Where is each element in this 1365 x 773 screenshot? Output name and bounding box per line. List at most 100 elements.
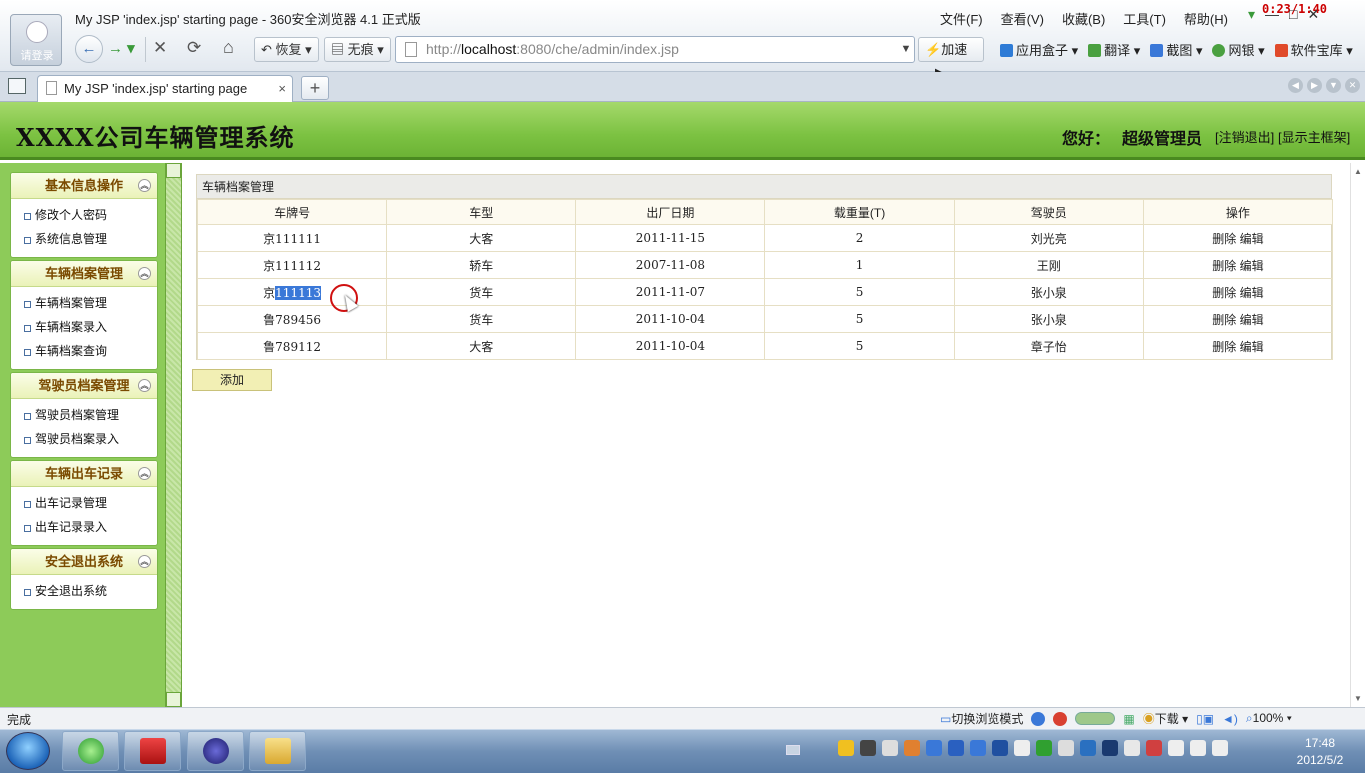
vertical-scrollbar[interactable]: ▲ ▼ xyxy=(1350,163,1365,707)
sidebar-item-dispatch-entry[interactable]: 出车记录录入 xyxy=(11,515,157,539)
tray-app-icon[interactable] xyxy=(1080,740,1096,756)
tab-close-all-icon[interactable]: ✕ xyxy=(1345,78,1360,93)
menu-tools[interactable]: 工具(T) xyxy=(1123,9,1166,28)
sidebar-group-header[interactable]: 基本信息操作 ︽ xyxy=(11,173,157,199)
taskbar-toolbox[interactable] xyxy=(124,731,181,771)
delete-link[interactable]: 删除 xyxy=(1212,259,1236,273)
tray-app-icon[interactable] xyxy=(1036,740,1052,756)
calculator-icon[interactable]: ▦ xyxy=(1123,712,1134,726)
sidebar-group-header[interactable]: 车辆出车记录 ︽ xyxy=(11,461,157,487)
taskbar-eclipse[interactable] xyxy=(187,731,244,771)
minimize-icon[interactable]: — xyxy=(1265,6,1279,23)
zoom-button[interactable]: ⌕100% ▾ xyxy=(1246,711,1292,726)
chevron-up-icon[interactable]: ︽ xyxy=(138,379,151,392)
qq-icon[interactable] xyxy=(838,740,854,756)
chevron-up-icon[interactable]: ︽ xyxy=(138,467,151,480)
edit-link[interactable]: 编辑 xyxy=(1240,286,1264,300)
no-trace-button[interactable]: ▤ 无痕 ▾ xyxy=(324,37,391,62)
menu-file[interactable]: 文件(F) xyxy=(940,9,983,28)
tray-app-icon[interactable] xyxy=(1124,740,1140,756)
shirt-icon[interactable]: ▾ xyxy=(1248,6,1255,23)
tray-app-icon[interactable] xyxy=(1146,740,1162,756)
edit-link[interactable]: 编辑 xyxy=(1240,259,1264,273)
address-bar[interactable]: http://localhost:8080/che/admin/index.js… xyxy=(395,36,915,63)
tray-app-icon[interactable] xyxy=(1014,740,1030,756)
delete-link[interactable]: 删除 xyxy=(1212,313,1236,327)
clock-date[interactable]: 2012/5/2 xyxy=(1285,753,1355,767)
clock-time[interactable]: 17:48 xyxy=(1295,736,1345,750)
ebank-button[interactable]: 网银 ▾ xyxy=(1212,40,1265,59)
security-icon[interactable] xyxy=(1053,711,1068,726)
tab-prev-icon[interactable]: ◀ xyxy=(1288,78,1303,93)
sidebar-item-driver-manage[interactable]: 驾驶员档案管理 xyxy=(11,403,157,427)
menu-help[interactable]: 帮助(H) xyxy=(1184,9,1228,28)
new-tab-button[interactable]: + xyxy=(301,76,329,100)
tray-app-icon[interactable] xyxy=(926,740,942,756)
chevron-up-icon[interactable]: ︽ xyxy=(138,179,151,192)
maximize-icon[interactable]: □ xyxy=(1289,6,1297,23)
user-avatar[interactable]: 请登录 xyxy=(10,14,62,66)
taskbar-explorer[interactable] xyxy=(249,731,306,771)
ie-mode-icon[interactable] xyxy=(1031,711,1046,726)
sidebar-item-change-password[interactable]: 修改个人密码 xyxy=(11,203,157,227)
tray-app-icon[interactable] xyxy=(860,740,876,756)
tray-app-icon[interactable] xyxy=(1102,740,1118,756)
speaker-icon[interactable] xyxy=(1212,740,1228,756)
home-icon[interactable]: ⌂ xyxy=(223,37,234,58)
sidebar-group-header[interactable]: 驾驶员档案管理 ︽ xyxy=(11,373,157,399)
splitter-up-icon[interactable] xyxy=(166,163,181,178)
sidebar-group-header[interactable]: 安全退出系统 ︽ xyxy=(11,549,157,575)
tray-app-icon[interactable] xyxy=(992,740,1008,756)
network-icon[interactable] xyxy=(1190,740,1206,756)
tab-next-icon[interactable]: ▶ xyxy=(1307,78,1322,93)
scroll-down-icon[interactable]: ▼ xyxy=(1354,694,1362,703)
menu-favorites[interactable]: 收藏(B) xyxy=(1062,9,1105,28)
speed-up-button[interactable]: ⚡加速 ▶ xyxy=(918,37,984,80)
back-arrow-icon[interactable]: ← xyxy=(75,35,103,63)
sidebar-item-safe-exit[interactable]: 安全退出系统 xyxy=(11,579,157,603)
edit-link[interactable]: 编辑 xyxy=(1240,232,1264,246)
taskbar-browser[interactable] xyxy=(62,731,119,771)
edit-link[interactable]: 编辑 xyxy=(1240,313,1264,327)
sidebar-item-vehicle-entry[interactable]: 车辆档案录入 xyxy=(11,315,157,339)
delete-link[interactable]: 删除 xyxy=(1212,232,1236,246)
switch-mode-button[interactable]: ▭切换浏览模式 xyxy=(940,710,1023,727)
toggle-icon[interactable] xyxy=(1075,712,1116,725)
close-icon[interactable]: ✕ xyxy=(1308,6,1320,23)
sidebar-item-driver-entry[interactable]: 驾驶员档案录入 xyxy=(11,427,157,451)
keyboard-icon[interactable] xyxy=(786,745,800,755)
sidebar-group-header[interactable]: 车辆档案管理 ︽ xyxy=(11,261,157,287)
chevron-up-icon[interactable]: ︽ xyxy=(138,555,151,568)
tab-current[interactable]: My JSP 'index.jsp' starting page × xyxy=(37,75,293,102)
chevron-up-icon[interactable]: ︽ xyxy=(138,267,151,280)
sidebar-item-dispatch-manage[interactable]: 出车记录管理 xyxy=(11,491,157,515)
edit-link[interactable]: 编辑 xyxy=(1240,340,1264,354)
tray-app-icon[interactable] xyxy=(882,740,898,756)
page-tools-icon[interactable]: ▯▣ xyxy=(1196,712,1214,726)
tray-app-icon[interactable] xyxy=(948,740,964,756)
restore-button[interactable]: ↶ 恢复 ▾ xyxy=(254,37,319,62)
tray-app-icon[interactable] xyxy=(1058,740,1074,756)
software-store-button[interactable]: 软件宝库 ▾ xyxy=(1274,40,1353,59)
show-main-frame-link[interactable]: [显示主框架] xyxy=(1278,127,1350,146)
frame-splitter[interactable] xyxy=(165,163,182,707)
delete-link[interactable]: 删除 xyxy=(1212,340,1236,354)
sidebar-item-vehicle-manage[interactable]: 车辆档案管理 xyxy=(11,291,157,315)
stop-icon[interactable]: ✕ xyxy=(153,38,167,58)
address-dropdown-icon[interactable]: ▼ xyxy=(896,37,916,62)
tab-close-icon[interactable]: × xyxy=(278,76,286,101)
menu-view[interactable]: 查看(V) xyxy=(1001,9,1044,28)
tab-list-icon[interactable]: ▼ xyxy=(1326,78,1341,93)
tray-app-icon[interactable] xyxy=(1168,740,1184,756)
start-button[interactable] xyxy=(6,732,50,770)
refresh-icon[interactable]: ⟳ xyxy=(187,38,201,58)
sidebar-toggle-icon[interactable] xyxy=(8,78,26,94)
shield-icon[interactable] xyxy=(970,740,986,756)
volume-icon[interactable]: ◄) xyxy=(1222,712,1238,726)
delete-link[interactable]: 删除 xyxy=(1212,286,1236,300)
splitter-down-icon[interactable] xyxy=(166,692,181,707)
translate-button[interactable]: 翻译 ▾ xyxy=(1088,40,1140,59)
forward-arrow-icon[interactable]: → ▾ xyxy=(108,39,135,57)
tray-app-icon[interactable] xyxy=(904,740,920,756)
app-box-button[interactable]: 应用盒子 ▾ xyxy=(1000,40,1078,59)
